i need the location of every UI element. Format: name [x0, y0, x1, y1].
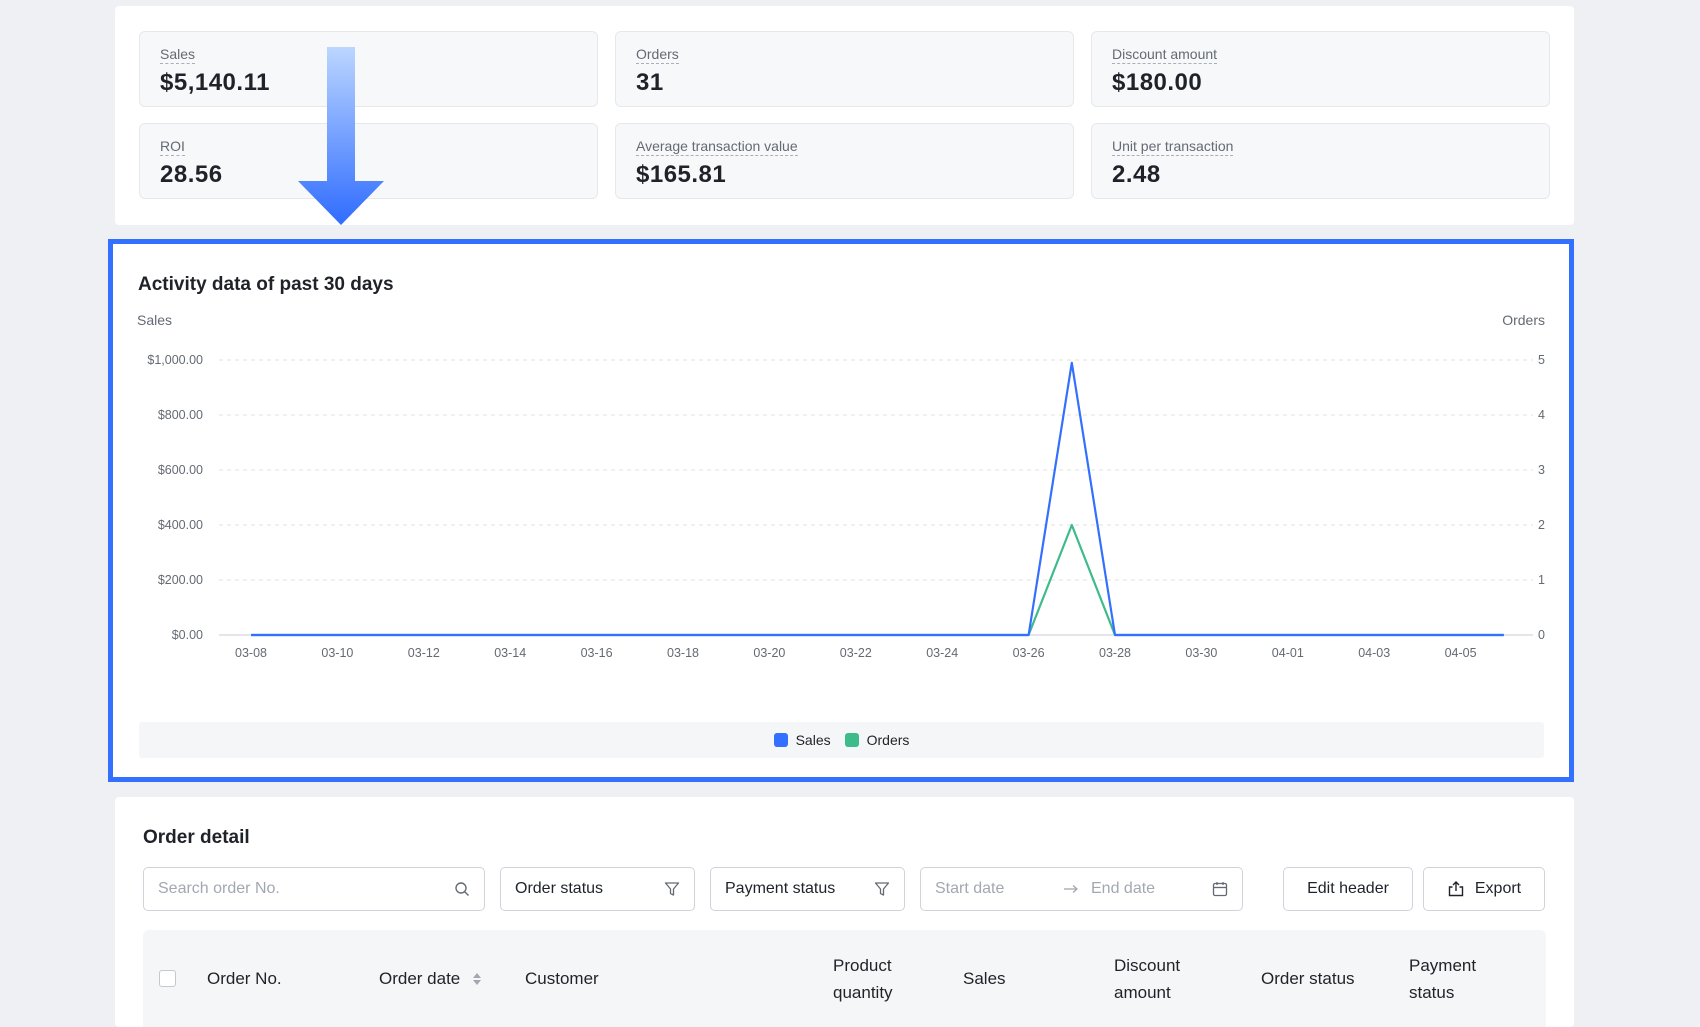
x-tick-label: 03-20: [753, 646, 785, 660]
metric-roi-label[interactable]: ROI: [160, 138, 185, 156]
col-order-no: Order No.: [207, 969, 282, 988]
x-tick-label: 03-18: [667, 646, 699, 660]
filter-icon: [874, 882, 890, 896]
order-status-filter[interactable]: Order status: [500, 867, 695, 911]
legend-swatch-orders: [844, 733, 859, 747]
order-detail-card: Order detail Search order No. Order stat…: [115, 797, 1574, 1027]
x-tick-label: 03-22: [840, 646, 872, 660]
y-tick-left: $1,000.00: [147, 353, 203, 367]
x-tick-label: 03-28: [1099, 646, 1131, 660]
edit-header-button[interactable]: Edit header: [1283, 867, 1413, 911]
col-sales: Sales: [963, 969, 1006, 988]
col-payment-status-line1: Payment: [1409, 956, 1477, 975]
x-tick-label: 04-03: [1358, 646, 1390, 660]
metric-discount: Discount amount $180.00: [1091, 31, 1550, 107]
metric-upt-value: 2.48: [1112, 161, 1161, 188]
legend-label-orders: Orders: [866, 732, 910, 748]
payment-status-filter[interactable]: Payment status: [710, 867, 905, 911]
search-order-placeholder: Search order No.: [158, 880, 280, 897]
x-tick-label: 03-10: [321, 646, 353, 660]
order-detail-title: Order detail: [143, 827, 250, 848]
col-order-status: Order status: [1261, 969, 1355, 988]
series-line-sales: [251, 361, 1504, 637]
legend-swatch-sales: [773, 733, 788, 747]
x-tick-label: 03-30: [1185, 646, 1217, 660]
legend-label-sales: Sales: [795, 732, 831, 748]
export-label: Export: [1474, 880, 1522, 897]
y-tick-left: $600.00: [158, 463, 203, 477]
col-product-quantity-line1: Product: [833, 956, 892, 975]
col-discount-line2: amount: [1114, 983, 1171, 1002]
y-tick-left: $400.00: [158, 518, 203, 532]
y-tick-right: 0: [1538, 628, 1545, 642]
metric-orders: Orders 31: [615, 31, 1074, 107]
filter-icon: [664, 882, 680, 896]
metric-upt: Unit per transaction 2.48: [1091, 123, 1550, 199]
x-tick-label: 04-05: [1445, 646, 1477, 660]
col-product-quantity-line2: quantity: [833, 983, 893, 1002]
down-arrow-icon: [298, 47, 384, 225]
col-product-quantity: Product quantity: [833, 952, 893, 1006]
x-tick-label: 03-24: [926, 646, 958, 660]
x-tick-label: 03-12: [408, 646, 440, 660]
y-tick-right: 3: [1538, 463, 1545, 477]
sort-icon[interactable]: [472, 971, 482, 987]
x-tick-label: 04-01: [1272, 646, 1304, 660]
metric-atv: Average transaction value $165.81: [615, 123, 1074, 199]
legend-item-sales[interactable]: Sales: [773, 732, 831, 748]
activity-line-chart: Sales Orders $0.00 0 $200.00 1 $400.00 2 $600.00…: [137, 312, 1545, 660]
end-date-input[interactable]: End date: [1091, 880, 1212, 898]
metric-discount-label[interactable]: Discount amount: [1112, 46, 1218, 64]
metric-orders-value: 31: [636, 69, 664, 96]
chart-card: Activity data of past 30 days Sales Order…: [108, 239, 1574, 782]
y-tick-right: 1: [1538, 573, 1545, 587]
order-table-header: Order No. Order date Customer Product qu…: [143, 930, 1546, 1027]
start-date-input[interactable]: Start date: [935, 880, 1063, 898]
export-icon: [1448, 881, 1464, 897]
y-axis-right-title: Orders: [1502, 312, 1545, 328]
col-payment-status: Payment status: [1409, 952, 1476, 1006]
search-order-input[interactable]: Search order No.: [143, 867, 485, 911]
y-tick-right: 4: [1538, 408, 1545, 422]
payment-status-filter-label: Payment status: [725, 880, 836, 897]
order-status-filter-label: Order status: [515, 880, 604, 897]
arrow-right-icon: [1064, 885, 1078, 893]
metric-atv-label[interactable]: Average transaction value: [636, 138, 798, 156]
y-tick-right: 2: [1538, 518, 1545, 532]
search-icon: [455, 882, 469, 896]
x-tick-label: 03-26: [1013, 646, 1045, 660]
x-tick-label: 03-16: [581, 646, 613, 660]
y-tick-left: $800.00: [158, 408, 203, 422]
y-tick-left: $0.00: [172, 628, 203, 642]
col-customer: Customer: [525, 969, 599, 988]
metric-sales-label[interactable]: Sales: [160, 46, 196, 64]
metric-upt-label[interactable]: Unit per transaction: [1112, 138, 1234, 156]
y-axis-left-title: Sales: [137, 312, 172, 328]
export-button[interactable]: Export: [1423, 867, 1545, 911]
calendar-icon: [1212, 882, 1228, 897]
chart-legend: Sales Orders: [139, 722, 1544, 758]
col-discount-amount: Discount amount: [1114, 952, 1180, 1006]
metric-orders-label[interactable]: Orders: [636, 46, 679, 64]
select-all-checkbox[interactable]: [159, 970, 176, 987]
col-discount-line1: Discount: [1114, 956, 1181, 975]
date-range-picker[interactable]: Start date End date: [920, 867, 1243, 911]
y-tick-left: $200.00: [158, 573, 203, 587]
y-tick-right: 5: [1538, 353, 1545, 367]
col-payment-status-line2: status: [1409, 983, 1455, 1002]
metric-discount-value: $180.00: [1112, 69, 1203, 96]
x-tick-label: 03-14: [494, 646, 526, 660]
x-tick-label: 03-08: [235, 646, 267, 660]
edit-header-label: Edit header: [1307, 880, 1389, 897]
col-order-date[interactable]: Order date: [379, 965, 482, 992]
col-order-date-label: Order date: [379, 969, 461, 988]
metric-atv-value: $165.81: [636, 161, 727, 188]
legend-item-orders[interactable]: Orders: [844, 732, 910, 748]
